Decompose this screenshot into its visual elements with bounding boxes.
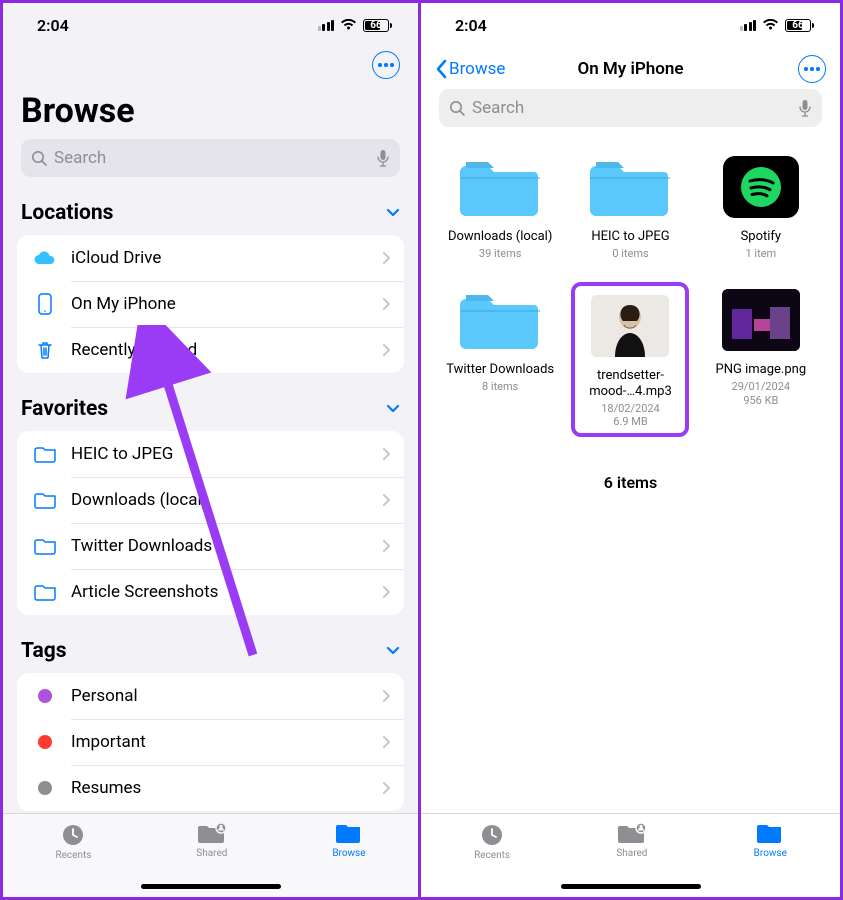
favorite-downloads-local[interactable]: Downloads (local) [17, 477, 404, 523]
home-indicator[interactable] [141, 884, 281, 889]
mic-icon[interactable] [376, 149, 390, 167]
chevron-right-icon [382, 735, 390, 749]
wifi-icon [340, 19, 357, 31]
search-input[interactable]: Search [21, 139, 400, 177]
chevron-down-icon [386, 404, 400, 414]
iphone-icon [31, 293, 59, 315]
audio-thumbnail [591, 295, 669, 357]
favorite-twitter-downloads[interactable]: Twitter Downloads [17, 523, 404, 569]
file-png-image[interactable]: PNG image.png 29/01/2024 956 KB [706, 286, 816, 433]
locations-header[interactable]: Locations [3, 187, 418, 231]
status-bar: 2:04 66 [3, 3, 418, 47]
status-indicators: 66 [318, 19, 393, 32]
tab-browse[interactable]: Browse [754, 822, 787, 859]
favorites-header[interactable]: Favorites [3, 383, 418, 427]
search-placeholder: Search [54, 148, 376, 168]
search-icon [31, 150, 48, 167]
tab-shared[interactable]: Shared [196, 822, 227, 859]
locations-list: iCloud Drive On My iPhone Recently Delet… [17, 235, 404, 373]
folder-icon [590, 156, 670, 218]
clock-icon [60, 822, 86, 848]
folder-icon [31, 583, 59, 601]
folder-heic-to-jpeg[interactable]: HEIC to JPEG 0 items [575, 153, 685, 260]
screen-on-my-iphone: 2:04 66 Browse On My iPhone [421, 0, 843, 900]
chevron-right-icon [382, 493, 390, 507]
favorites-list: HEIC to JPEG Downloads (local) Twitter D… [17, 431, 404, 615]
nav-bar: Browse On My iPhone [421, 47, 840, 89]
location-icloud-drive[interactable]: iCloud Drive [17, 235, 404, 281]
status-indicators: 66 [740, 19, 815, 32]
status-time: 2:04 [455, 16, 487, 35]
tab-recents[interactable]: Recents [474, 822, 510, 861]
tab-recents[interactable]: Recents [55, 822, 91, 861]
folder-icon [460, 289, 540, 351]
back-button[interactable]: Browse [435, 59, 505, 79]
spotify-app-icon [723, 156, 799, 218]
tag-color-icon [31, 735, 59, 749]
page-title: On My iPhone [577, 59, 683, 79]
screen-browse: 2:04 66 Browse Search [0, 0, 421, 900]
cloud-icon [31, 250, 59, 266]
home-indicator[interactable] [561, 884, 701, 889]
tab-shared[interactable]: Shared [616, 822, 647, 859]
chevron-down-icon [386, 208, 400, 218]
battery-icon: 66 [363, 19, 392, 32]
folder-icon [31, 491, 59, 509]
more-options-button[interactable] [372, 51, 400, 79]
folder-downloads-local[interactable]: Downloads (local) 39 items [445, 153, 555, 260]
tab-browse[interactable]: Browse [332, 822, 365, 859]
cellular-signal-icon [740, 20, 757, 31]
shared-folder-icon [617, 822, 647, 846]
more-options-button[interactable] [798, 55, 826, 83]
cellular-signal-icon [318, 20, 335, 31]
wifi-icon [762, 19, 779, 31]
tag-resumes[interactable]: Resumes [17, 765, 404, 811]
file-trendsetter-mp3[interactable]: trendsetter-mood-…4.mp3 18/02/2024 6.9 M… [575, 286, 685, 433]
tag-important[interactable]: Important [17, 719, 404, 765]
shared-folder-icon [197, 822, 227, 846]
file-grid: Downloads (local) 39 items HEIC to JPEG … [421, 137, 840, 433]
tab-bar: Recents Shared Browse [421, 813, 840, 897]
status-bar: 2:04 66 [421, 3, 840, 47]
image-thumbnail [722, 289, 800, 351]
tag-personal[interactable]: Personal [17, 673, 404, 719]
chevron-left-icon [435, 59, 447, 79]
clock-icon [479, 822, 505, 848]
location-recently-deleted[interactable]: Recently Deleted [17, 327, 404, 373]
folder-twitter-downloads[interactable]: Twitter Downloads 8 items [445, 286, 555, 433]
favorite-heic-to-jpeg[interactable]: HEIC to JPEG [17, 431, 404, 477]
folder-icon [31, 537, 59, 555]
folder-icon [756, 822, 784, 846]
page-title: Browse [3, 79, 418, 139]
tags-header[interactable]: Tags [3, 625, 418, 669]
chevron-right-icon [382, 781, 390, 795]
folder-spotify[interactable]: Spotify 1 item [706, 153, 816, 260]
chevron-right-icon [382, 539, 390, 553]
favorite-article-screenshots[interactable]: Article Screenshots [17, 569, 404, 615]
status-time: 2:04 [37, 16, 69, 35]
tags-list: Personal Important Resumes [17, 673, 404, 811]
chevron-down-icon [386, 646, 400, 656]
mic-icon[interactable] [798, 99, 812, 117]
search-placeholder: Search [472, 98, 798, 118]
tag-color-icon [31, 781, 59, 795]
chevron-right-icon [382, 343, 390, 357]
folder-icon [460, 156, 540, 218]
item-count: 6 items [421, 473, 840, 492]
chevron-right-icon [382, 447, 390, 461]
folder-icon [31, 445, 59, 463]
chevron-right-icon [382, 297, 390, 311]
tag-color-icon [31, 689, 59, 703]
tab-bar: Recents Shared Browse [3, 813, 418, 897]
chevron-right-icon [382, 251, 390, 265]
battery-icon: 66 [785, 19, 814, 32]
search-icon [449, 100, 466, 117]
chevron-right-icon [382, 689, 390, 703]
trash-icon [31, 340, 59, 360]
search-input[interactable]: Search [439, 89, 822, 127]
chevron-right-icon [382, 585, 390, 599]
folder-icon [335, 822, 363, 846]
location-on-my-iphone[interactable]: On My iPhone [17, 281, 404, 327]
